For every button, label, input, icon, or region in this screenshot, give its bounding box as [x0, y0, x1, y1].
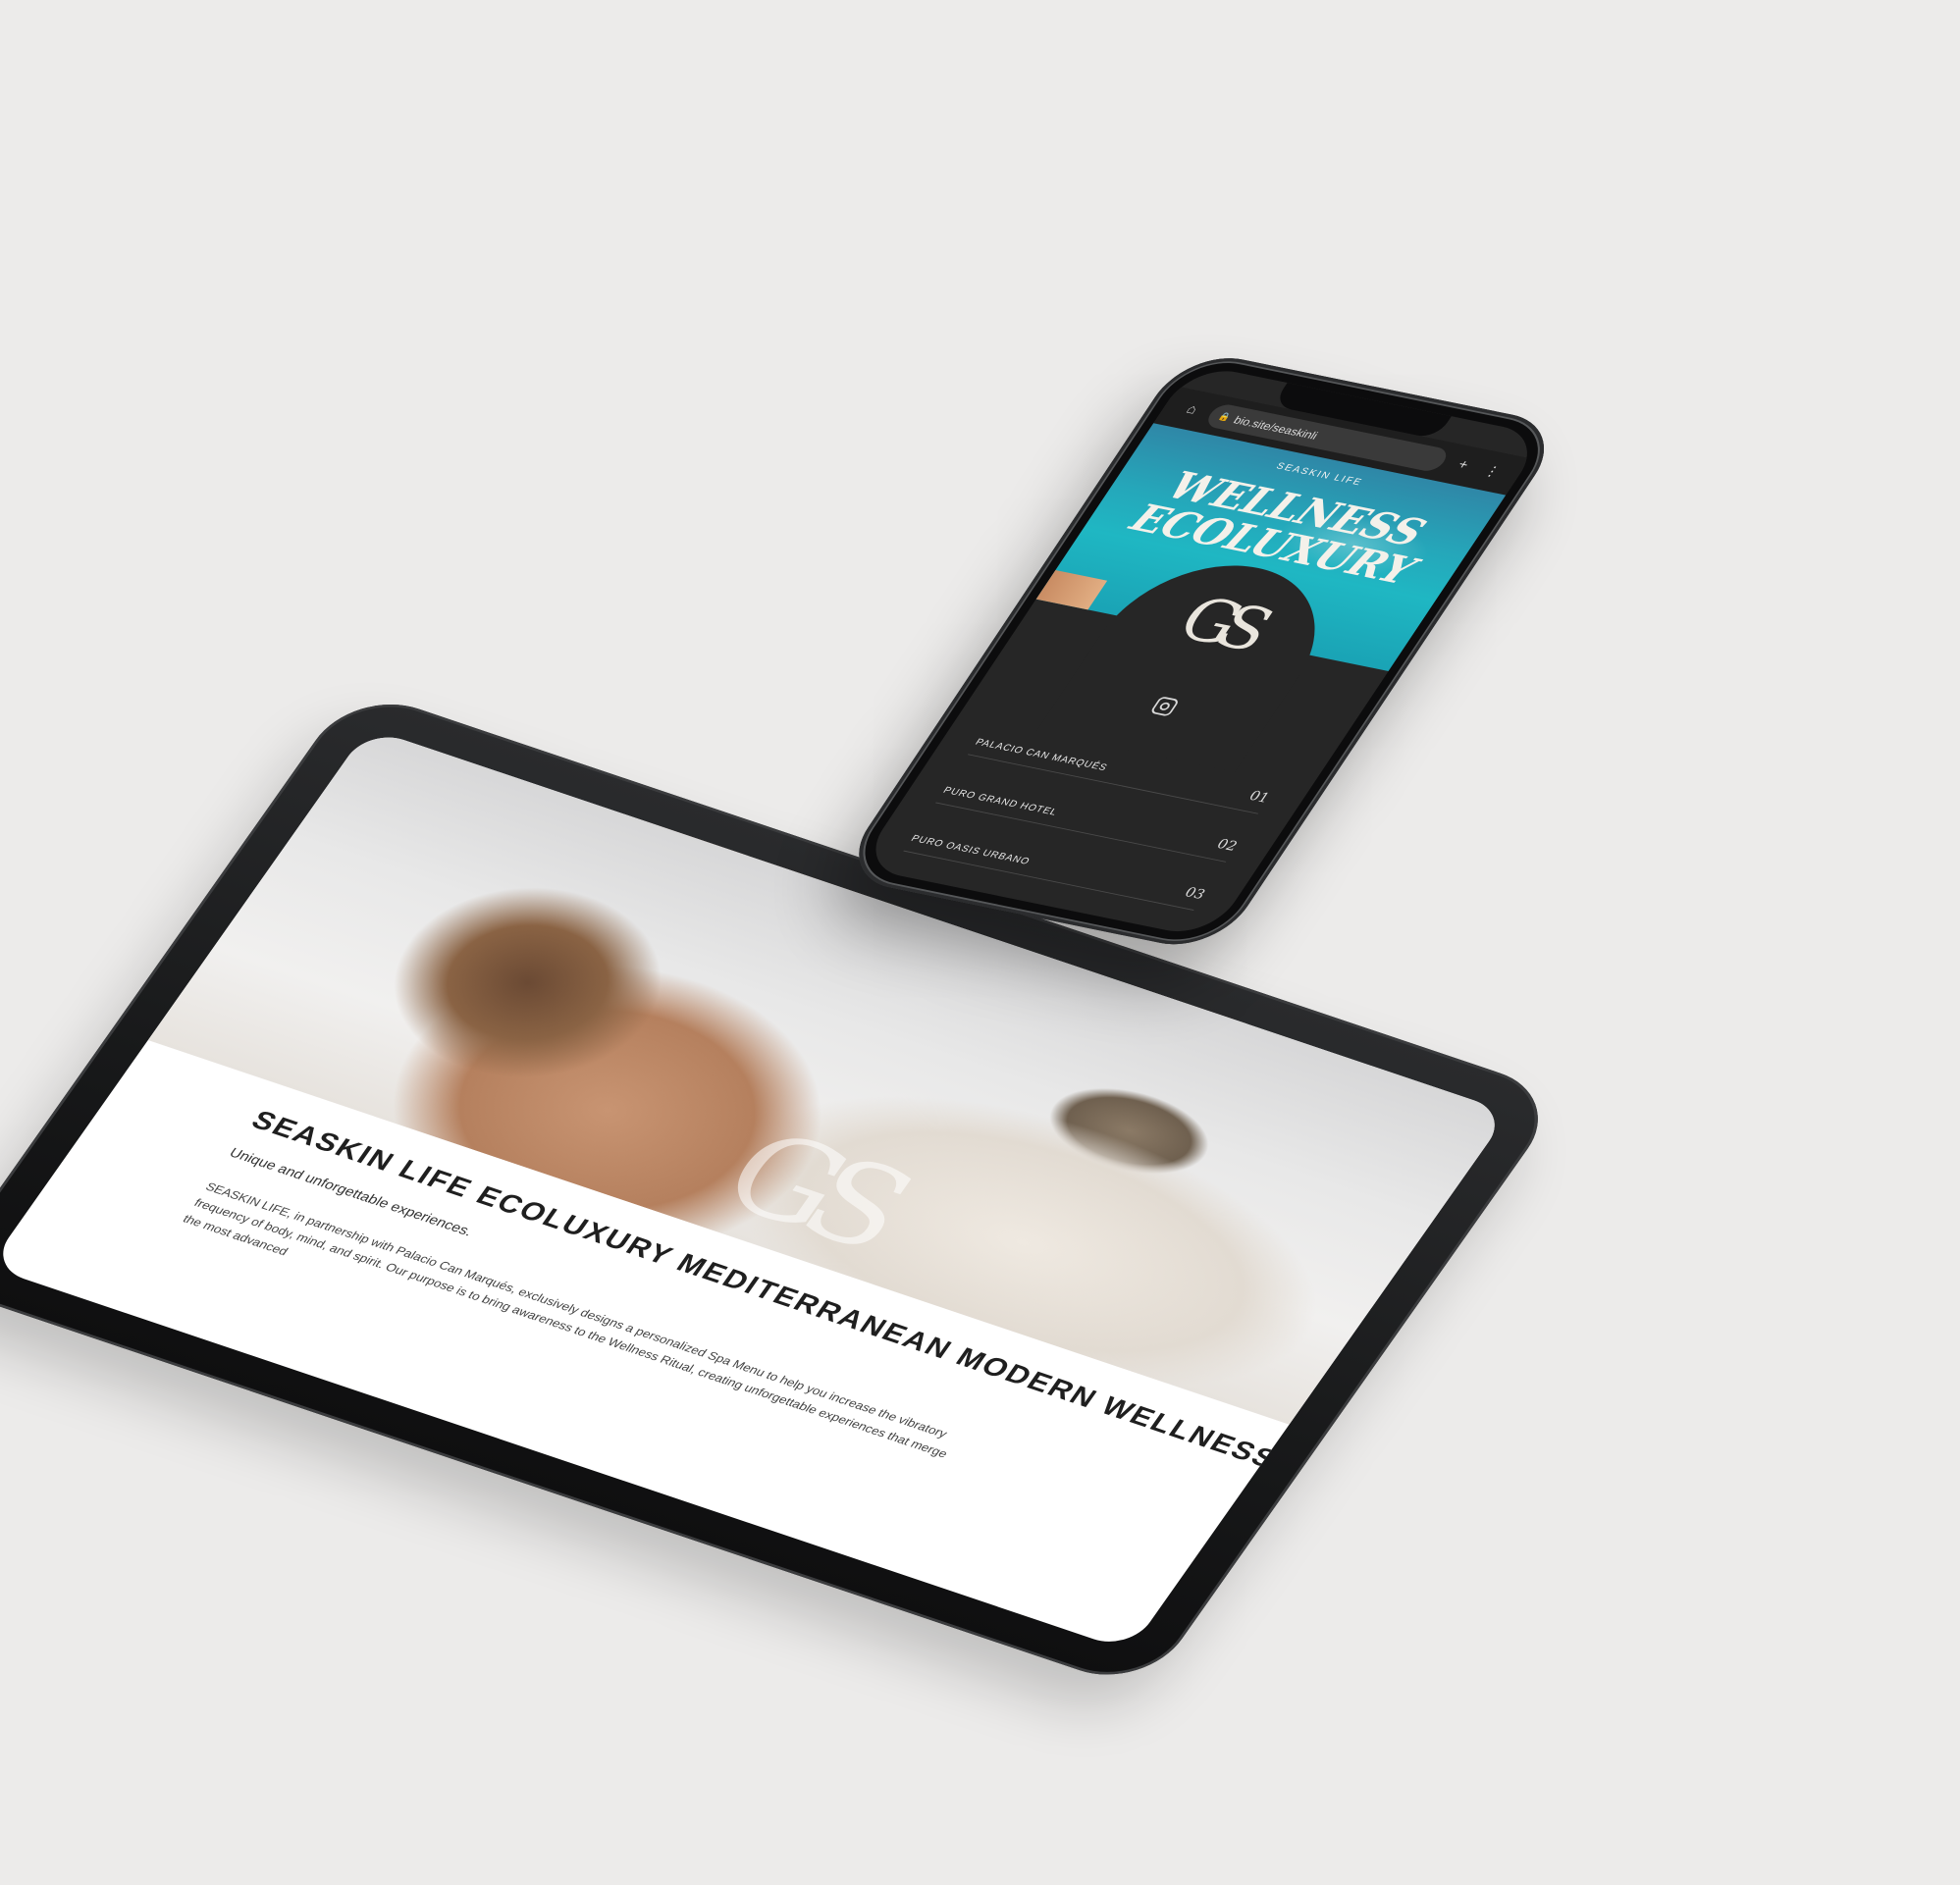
tablet-screen: GS SEASKIN LIFE ECOLUXURY MEDITERRANEAN … [0, 727, 1510, 1651]
phone-screen: ⌂ 🔒 bio.site/seaskinli + ⋮ SEASKIN LIFE … [857, 363, 1546, 940]
url-text: bio.site/seaskinli [1231, 413, 1321, 442]
link-number: 03 [1181, 883, 1209, 903]
link-number: 01 [1245, 787, 1274, 807]
link-label: PURO OASIS URBANO [909, 833, 1033, 867]
home-icon[interactable]: ⌂ [1175, 398, 1208, 421]
link-number: 02 [1213, 835, 1242, 855]
tablet-device: GS SEASKIN LIFE ECOLUXURY MEDITERRANEAN … [0, 687, 1565, 1693]
overflow-menu-icon[interactable]: ⋮ [1476, 460, 1510, 483]
new-tab-icon[interactable]: + [1447, 454, 1480, 477]
lock-icon: 🔒 [1216, 411, 1234, 423]
device-mockup-scene: GS SEASKIN LIFE ECOLUXURY MEDITERRANEAN … [0, 0, 1960, 1885]
phone-device: ⌂ 🔒 bio.site/seaskinli + ⋮ SEASKIN LIFE … [835, 348, 1568, 955]
